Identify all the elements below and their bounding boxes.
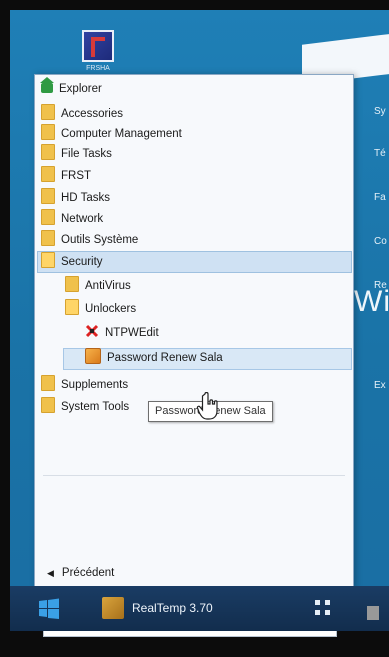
- menu-item-label: NTPWEdit: [105, 327, 159, 339]
- menu-item-unlockers[interactable]: Unlockers: [65, 299, 136, 319]
- back-arrow-icon: ◀: [47, 568, 54, 578]
- menu-item-label: System Tools: [61, 401, 130, 413]
- menu-item-password-renew[interactable]: Password Renew Sala: [85, 348, 223, 368]
- menu-item-file-tasks[interactable]: File Tasks: [41, 144, 112, 164]
- right-label: Sy: [374, 106, 386, 117]
- menu-item-label: Computer Management: [61, 128, 182, 140]
- shortcut-caption: FRSHA: [86, 65, 110, 72]
- folder-icon: [41, 124, 55, 140]
- folder-icon: [41, 397, 55, 413]
- menu-item-outils-systeme[interactable]: Outils Système: [41, 230, 138, 250]
- taskbar-edge-icon: [367, 606, 379, 620]
- folder-icon: [41, 230, 55, 246]
- right-label: Fa: [374, 192, 386, 203]
- taskbar-app-label: RealTemp 3.70: [132, 601, 213, 615]
- menu-item-system-tools[interactable]: System Tools: [41, 397, 129, 417]
- folder-icon: [41, 375, 55, 391]
- folder-icon: [41, 166, 55, 182]
- folder-icon: [41, 188, 55, 204]
- hand-cursor-icon: [196, 392, 218, 420]
- back-label: Précédent: [61, 567, 115, 579]
- menu-item-label: Supplements: [61, 379, 129, 391]
- password-renew-icon: [85, 348, 101, 364]
- menu-item-label: Password Renew Sala: [107, 352, 223, 364]
- menu-item-label: HD Tasks: [61, 192, 110, 204]
- home-icon: [40, 77, 54, 93]
- right-label: Té: [374, 148, 386, 159]
- big-word: Wi: [354, 285, 389, 318]
- back-button[interactable]: ◀ Précédent: [47, 563, 114, 583]
- menu-item-antivirus[interactable]: AntiVirus: [65, 276, 131, 296]
- menu-item-label: Accessories: [61, 108, 123, 120]
- menu-item-label: Security: [61, 256, 103, 268]
- menu-item-frst[interactable]: FRST: [41, 166, 91, 186]
- tray-grid-icon[interactable]: [315, 600, 335, 620]
- menu-item-explorer[interactable]: Explorer: [40, 77, 102, 99]
- ntpwedit-icon: [85, 324, 99, 338]
- menu-item-label: Network: [61, 213, 104, 225]
- taskbar: RealTemp 3.70: [10, 586, 389, 631]
- menu-item-security[interactable]: Security: [41, 252, 103, 272]
- menu-item-label: Unlockers: [85, 303, 137, 315]
- right-label: Ex: [374, 380, 386, 391]
- taskbar-app-realtemp[interactable]: RealTemp 3.70: [96, 594, 221, 622]
- desktop-shortcut[interactable]: FRSHA: [78, 30, 118, 76]
- menu-item-ntpwedit[interactable]: NTPWEdit: [85, 323, 159, 343]
- folder-open-icon: [65, 299, 79, 315]
- folder-open-icon: [41, 252, 55, 268]
- menu-item-label: Explorer: [59, 83, 102, 95]
- menu-separator: [43, 475, 345, 476]
- menu-item-label: AntiVirus: [85, 280, 131, 292]
- folder-icon: [65, 276, 79, 292]
- start-menu: Explorer Accessories Computer Management…: [34, 74, 354, 637]
- realtemp-icon: [102, 597, 124, 619]
- folder-icon: [41, 104, 55, 120]
- folder-icon: [41, 209, 55, 225]
- menu-item-label: FRST: [61, 170, 92, 182]
- right-label: Co: [374, 236, 387, 247]
- menu-item-accessories[interactable]: Accessories: [41, 104, 123, 124]
- menu-item-label: Outils Système: [61, 234, 139, 246]
- menu-item-label: File Tasks: [61, 148, 112, 160]
- folder-icon: [41, 144, 55, 160]
- menu-item-network[interactable]: Network: [41, 209, 103, 229]
- windows-logo-icon[interactable]: [38, 598, 60, 620]
- menu-item-computer-management[interactable]: Computer Management: [41, 124, 182, 144]
- menu-item-hd-tasks[interactable]: HD Tasks: [41, 188, 110, 208]
- menu-item-supplements[interactable]: Supplements: [41, 375, 128, 395]
- shortcut-icon: [82, 30, 114, 62]
